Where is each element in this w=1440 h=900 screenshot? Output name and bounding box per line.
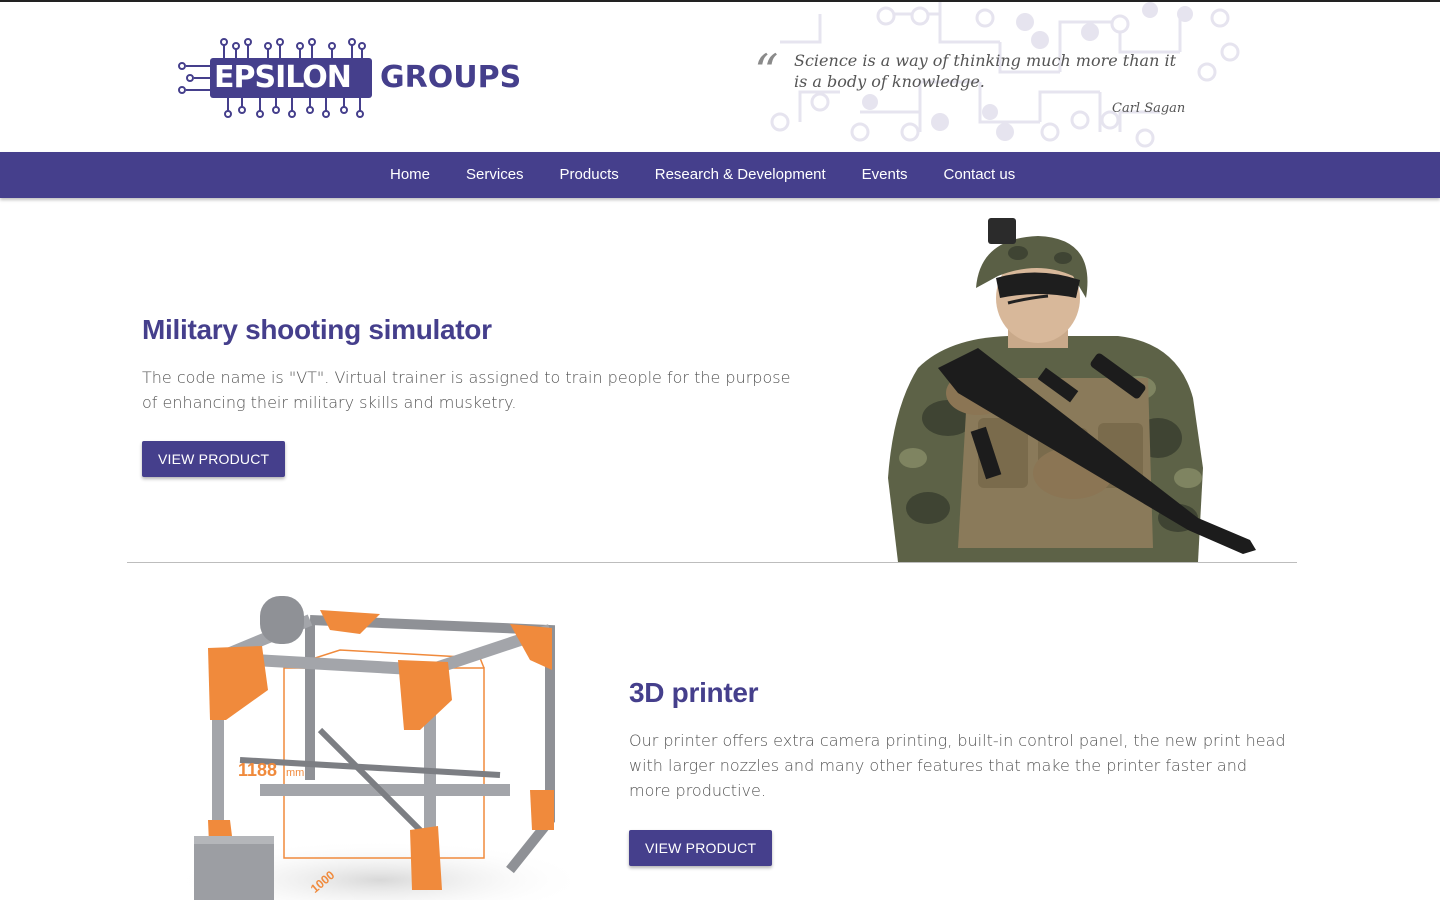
nav-item-services[interactable]: Services	[448, 152, 542, 198]
product-title: Military shooting simulator	[142, 314, 492, 345]
main-navigation: Home Services Products Research & Develo…	[0, 152, 1440, 198]
site-header: EPSILON GROUPS “ Science is a way of thi…	[0, 2, 1440, 152]
nav-item-contact-us[interactable]: Contact us	[926, 152, 1034, 198]
quote-mark-icon: “	[754, 44, 779, 100]
nav-item-events[interactable]: Events	[844, 152, 926, 198]
product-description: The code name is "VT". Virtual trainer i…	[142, 368, 791, 412]
3d-printer-image: 1188 mm 1000	[180, 596, 570, 900]
epsilon-groups-logo[interactable]: EPSILON GROUPS	[176, 36, 556, 122]
section-divider	[127, 562, 1297, 563]
printer-dimension-label: 1188	[238, 760, 277, 780]
nav-item-products[interactable]: Products	[542, 152, 637, 198]
nav-items: Home Services Products Research & Develo…	[372, 152, 1033, 198]
quote-text: Science is a way of thinking much more t…	[794, 51, 1177, 91]
quote-author: Carl Sagan	[1112, 101, 1186, 116]
printer-dimension-unit: mm	[286, 767, 304, 779]
view-product-button[interactable]: VIEW PRODUCT	[629, 830, 773, 866]
product-description: Our printer offers extra camera printing…	[629, 731, 1286, 800]
soldier-image	[888, 218, 1256, 562]
logo-text-groups: GROUPS	[380, 60, 522, 95]
logo-text-epsilon: EPSILON	[214, 60, 352, 95]
nav-item-home[interactable]: Home	[372, 152, 448, 198]
product-title: 3D printer	[629, 677, 759, 708]
view-product-button[interactable]: VIEW PRODUCT	[142, 441, 286, 477]
nav-item-research-development[interactable]: Research & Development	[637, 152, 844, 198]
